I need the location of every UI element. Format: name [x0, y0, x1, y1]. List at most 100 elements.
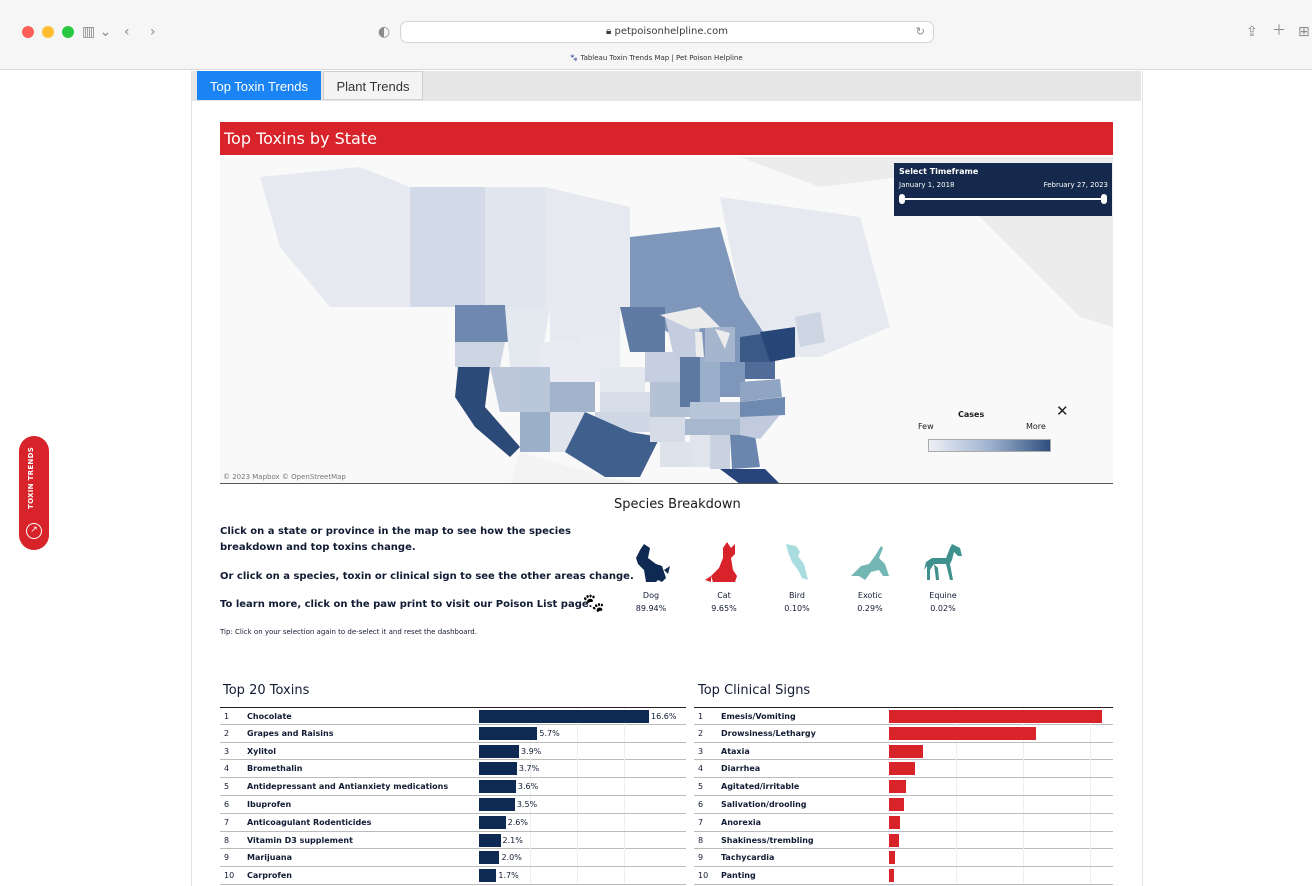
bar[interactable] — [889, 869, 895, 883]
bar[interactable] — [889, 744, 924, 758]
region-alberta[interactable] — [410, 187, 485, 307]
table-row[interactable]: 9 Marijuana 2.0% — [220, 849, 686, 868]
state-arkansas[interactable] — [650, 417, 685, 442]
state-washington[interactable] — [455, 305, 510, 342]
reload-icon[interactable]: ↻ — [916, 22, 925, 42]
region-saskatchewan[interactable] — [485, 187, 545, 307]
bar[interactable] — [479, 726, 538, 740]
table-row[interactable]: 1 Emesis/Vomiting — [694, 707, 1113, 725]
row-rank: 10 — [224, 871, 235, 881]
state-illinois[interactable] — [680, 357, 700, 407]
timeframe-start-handle[interactable] — [899, 194, 905, 204]
bar[interactable] — [479, 815, 506, 829]
table-row[interactable]: 5 Agitated/irritable — [694, 778, 1113, 796]
browser-tab-title[interactable]: 🐾︎ Tableau Toxin Trends Map | Pet Poison… — [0, 54, 1312, 62]
table-row[interactable]: 10 Carprofen 1.7% — [220, 867, 686, 885]
close-icon[interactable]: ✕ — [1056, 402, 1069, 420]
state-georgia[interactable] — [730, 435, 760, 469]
sidebar-toggle-icon[interactable]: ▥ ⌄ — [82, 24, 111, 40]
bar[interactable] — [889, 815, 900, 829]
bar[interactable] — [889, 762, 915, 776]
bar[interactable] — [479, 780, 516, 794]
table-row[interactable]: 4 Diarrhea — [694, 760, 1113, 779]
bar[interactable] — [479, 762, 517, 776]
privacy-shield-icon[interactable]: ◐ — [378, 24, 390, 40]
table-row[interactable]: 3 Xylitol 3.9% — [220, 742, 686, 761]
timeframe-filter[interactable]: Select Timeframe January 1, 2018 Februar… — [894, 163, 1112, 216]
species-exotic[interactable] — [840, 540, 900, 586]
bar[interactable] — [889, 797, 904, 811]
paw-print-icon[interactable]: 🐾︎ — [581, 591, 606, 615]
table-row[interactable]: 6 Ibuprofen 3.5% — [220, 795, 686, 814]
bar[interactable] — [889, 833, 899, 847]
bar[interactable] — [479, 744, 519, 758]
zoom-window-button[interactable] — [62, 26, 74, 38]
tab-top-toxin-trends[interactable]: Top Toxin Trends — [197, 71, 321, 100]
bar[interactable] — [479, 710, 649, 723]
row-label: Anorexia — [721, 817, 762, 827]
forward-icon[interactable]: › — [150, 24, 156, 40]
state-south-dakota[interactable] — [580, 337, 620, 367]
state-utah[interactable] — [520, 367, 550, 412]
table-row[interactable]: 2 Grapes and Raisins 5.7% — [220, 724, 686, 743]
timeframe-end-handle[interactable] — [1101, 194, 1107, 204]
back-icon[interactable]: ‹ — [124, 24, 130, 40]
row-label: Bromethalin — [247, 764, 303, 774]
state-new-england[interactable] — [795, 312, 825, 347]
species-cat[interactable] — [694, 540, 754, 586]
bar[interactable] — [889, 710, 1102, 723]
bar[interactable] — [479, 851, 500, 865]
bar[interactable] — [889, 780, 907, 794]
table-row[interactable]: 1 Chocolate 16.6% — [220, 707, 686, 725]
state-mississippi[interactable] — [690, 435, 710, 467]
table-row[interactable]: 7 Anticoagulant Rodenticides 2.6% — [220, 813, 686, 832]
address-bar[interactable]: 🔒︎ petpoisonhelpline.com ↻ — [400, 21, 934, 43]
state-kansas[interactable] — [600, 392, 650, 412]
state-kentucky[interactable] — [690, 402, 740, 419]
share-icon[interactable]: ⇪ — [1246, 24, 1258, 40]
species-exotic-pct: 0.29% — [857, 604, 883, 613]
new-tab-icon[interactable]: ＋ — [1272, 23, 1286, 39]
table-row[interactable]: 2 Drowsiness/Lethargy — [694, 724, 1113, 743]
bar[interactable] — [479, 797, 515, 811]
state-north-dakota[interactable] — [580, 307, 620, 337]
table-row[interactable]: 3 Ataxia — [694, 742, 1113, 761]
state-alabama[interactable] — [710, 435, 730, 469]
minimize-window-button[interactable] — [42, 26, 54, 38]
state-indiana[interactable] — [700, 357, 720, 402]
table-row[interactable]: 6 Salivation/drooling — [694, 795, 1113, 814]
table-row[interactable]: 8 Shakiness/trembling — [694, 831, 1113, 850]
state-louisiana[interactable] — [660, 442, 690, 467]
table-row[interactable]: 10 Panting — [694, 867, 1113, 885]
row-label: Tachycardia — [721, 853, 775, 863]
species-equine-pct: 0.02% — [930, 604, 956, 613]
state-oregon[interactable] — [455, 342, 505, 367]
bar[interactable] — [479, 869, 497, 883]
table-row[interactable]: 4 Bromethalin 3.7% — [220, 760, 686, 779]
region-manitoba[interactable] — [545, 187, 630, 307]
bar-gridline — [1090, 724, 1091, 742]
species-equine[interactable] — [913, 540, 973, 586]
state-tennessee[interactable] — [685, 419, 740, 435]
table-row[interactable]: 9 Tachycardia — [694, 849, 1113, 868]
bar[interactable] — [889, 726, 1036, 740]
bar-gridline — [956, 831, 957, 849]
row-rank: 4 — [698, 764, 704, 774]
timeframe-track[interactable] — [901, 198, 1106, 200]
tab-plant-trends[interactable]: Plant Trends — [323, 71, 423, 100]
table-row[interactable]: 8 Vitamin D3 supplement 2.1% — [220, 831, 686, 850]
species-dog[interactable] — [621, 540, 681, 586]
tab-overview-icon[interactable]: ⊞ — [1298, 24, 1310, 40]
map-credit[interactable]: © 2023 Mapbox © OpenStreetMap — [223, 473, 346, 481]
table-row[interactable]: 7 Anorexia — [694, 813, 1113, 832]
state-nebraska[interactable] — [600, 367, 645, 392]
state-arizona[interactable] — [520, 412, 550, 452]
row-label: Diarrhea — [721, 764, 761, 774]
state-colorado[interactable] — [550, 382, 595, 412]
bar-gridline — [577, 813, 578, 831]
bar[interactable] — [889, 851, 896, 865]
table-row[interactable]: 5 Antidepressant and Antianxiety medicati… — [220, 778, 686, 796]
bar[interactable] — [479, 833, 501, 847]
species-bird[interactable] — [767, 540, 827, 586]
close-window-button[interactable] — [22, 26, 34, 38]
